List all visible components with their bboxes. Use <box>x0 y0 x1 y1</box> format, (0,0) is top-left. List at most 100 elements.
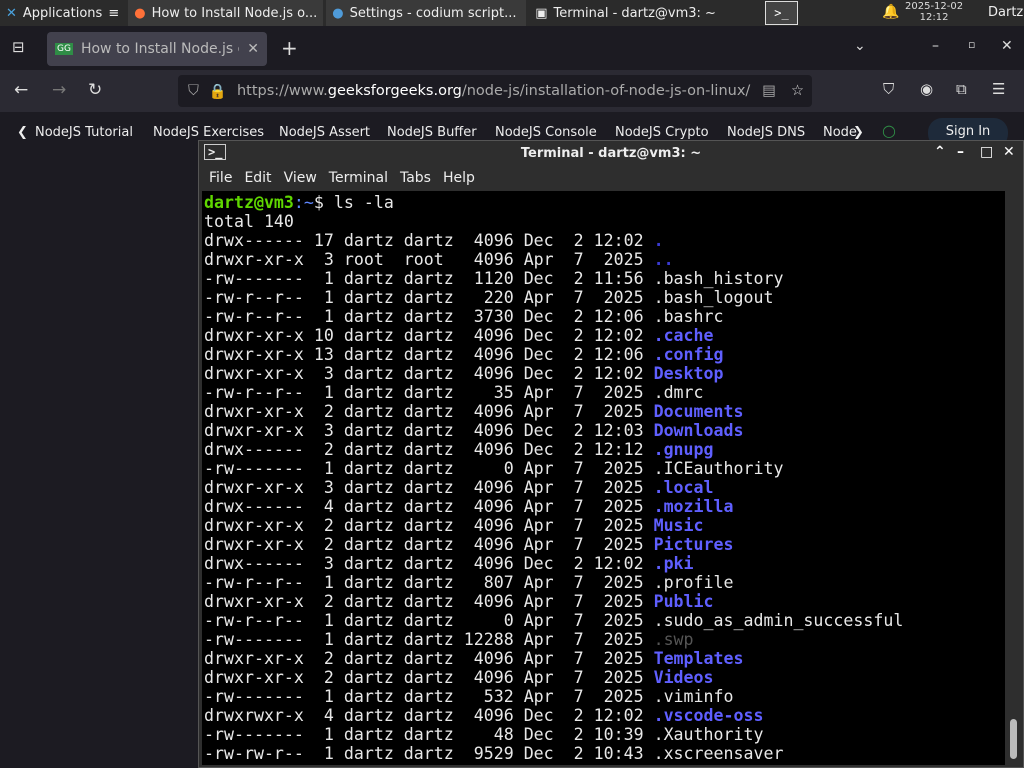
url-text: https://www.geeksforgeeks.org/node-js/in… <box>236 83 751 99</box>
star-icon[interactable]: ☆ <box>791 83 804 99</box>
file-name: Music <box>653 516 704 535</box>
menu-edit[interactable]: Edit <box>238 170 277 186</box>
extensions-icon[interactable]: ⧉ <box>956 80 967 98</box>
close-icon[interactable]: ✕ <box>1003 144 1015 160</box>
file-name: .config <box>653 345 724 364</box>
menu-help[interactable]: Help <box>437 170 481 186</box>
terminal-launcher-icon[interactable]: >_ <box>765 1 798 25</box>
minimize-icon[interactable]: – <box>932 38 939 54</box>
menu-view[interactable]: View <box>278 170 323 186</box>
terminal-output[interactable]: dartz@vm3:~$ ls -la total 140 drwx------… <box>202 191 1005 765</box>
taskbar-firefox[interactable]: ● How to Install Node.js o... <box>128 0 324 26</box>
file-entry: drwxr-xr-x 3 dartz dartz 4096 Dec 2 12:0… <box>204 364 1005 383</box>
top-panel: ✕ Applications ≡ ● How to Install Node.js o… <box>0 0 1024 26</box>
user-menu[interactable]: Dartz <box>988 5 1023 20</box>
chevron-down-icon[interactable]: ⌄ <box>854 38 866 54</box>
nav-link[interactable]: NodeJS Crypto <box>615 125 709 140</box>
scrollbar[interactable] <box>1006 191 1021 765</box>
menu-tabs[interactable]: Tabs <box>394 170 437 186</box>
nav-link[interactable]: Node <box>823 125 857 140</box>
file-meta: -rw-r--r-- 1 dartz dartz 220 Apr 7 2025 <box>204 288 654 307</box>
file-name: .xscreensaver <box>653 744 784 763</box>
browser-tab[interactable]: GG How to Install Node.js or ✕ <box>47 32 267 66</box>
file-meta: drwxr-xr-x 13 dartz dartz 4096 Dec 2 12:… <box>204 345 654 364</box>
file-entry: -rw------- 1 dartz dartz 1120 Dec 2 11:5… <box>204 269 1005 288</box>
lock-icon[interactable]: 🔒 <box>209 83 227 100</box>
file-name: Pictures <box>653 535 734 554</box>
maximize-icon[interactable]: ▫ <box>968 38 975 51</box>
browser-tabbar: ⊟ GG How to Install Node.js or ✕ + ⌄ – ▫ ✕ <box>0 26 1024 70</box>
maximize-icon[interactable]: □ <box>980 144 993 160</box>
file-entry: -rw-r--r-- 1 dartz dartz 807 Apr 7 2025 … <box>204 573 1005 592</box>
url-bar[interactable]: ⛉ 🔒 https://www.geeksforgeeks.org/node-js… <box>178 75 812 107</box>
file-meta: drwxr-xr-x 2 dartz dartz 4096 Apr 7 2025 <box>204 516 654 535</box>
file-meta: -rw-r--r-- 1 dartz dartz 0 Apr 7 2025 <box>204 611 654 630</box>
menu-terminal[interactable]: Terminal <box>323 170 394 186</box>
scrollbar-thumb[interactable] <box>1010 719 1017 759</box>
minimize-icon[interactable]: – <box>957 144 964 160</box>
file-entry: -rw------- 1 dartz dartz 12288 Apr 7 202… <box>204 630 1005 649</box>
file-meta: -rw-r--r-- 1 dartz dartz 807 Apr 7 2025 <box>204 573 654 592</box>
file-meta: -rw------- 1 dartz dartz 532 Apr 7 2025 <box>204 687 654 706</box>
close-tab-icon[interactable]: ✕ <box>247 41 259 57</box>
nav-link[interactable]: NodeJS Assert <box>279 125 370 140</box>
new-tab-icon[interactable]: + <box>281 36 298 60</box>
file-name: .sudo_as_admin_successful <box>653 611 904 630</box>
file-name: Public <box>653 592 714 611</box>
file-name: .pki <box>653 554 694 573</box>
menu-icon[interactable]: ☰ <box>992 80 1005 98</box>
scroll-left-icon[interactable]: ❮ <box>17 125 28 140</box>
tab-overview-icon[interactable]: ⊟ <box>12 38 25 56</box>
terminal-titlebar[interactable]: >_ Terminal - dartz@vm3: ~ ⌃ – □ ✕ <box>199 141 1023 165</box>
file-meta: drwxr-xr-x 2 dartz dartz 4096 Apr 7 2025 <box>204 592 654 611</box>
close-icon[interactable]: ✕ <box>1001 38 1013 54</box>
clock[interactable]: 2025-12-02 12:12 <box>905 1 963 23</box>
file-meta: drwxr-xr-x 3 dartz dartz 4096 Dec 2 12:0… <box>204 364 654 383</box>
file-entry: drwxr-xr-x 10 dartz dartz 4096 Dec 2 12:… <box>204 326 1005 345</box>
file-entry: drwxr-xr-x 2 dartz dartz 4096 Apr 7 2025… <box>204 402 1005 421</box>
reload-icon[interactable]: ↻ <box>88 80 102 100</box>
file-meta: -rw------- 1 dartz dartz 48 Dec 2 10:39 <box>204 725 654 744</box>
nav-link[interactable]: NodeJS Console <box>495 125 597 140</box>
search-icon[interactable]: ○ <box>882 121 896 140</box>
back-icon[interactable]: ← <box>14 80 28 100</box>
firefox-icon: ● <box>134 5 146 21</box>
nav-link[interactable]: NodeJS Exercises <box>153 125 264 140</box>
applications-menu[interactable]: ✕ Applications ≡ <box>0 0 126 26</box>
file-name: .Xauthority <box>653 725 764 744</box>
nav-link[interactable]: NodeJS DNS <box>727 125 805 140</box>
forward-icon[interactable]: → <box>52 80 66 100</box>
file-meta: -rw-r--r-- 1 dartz dartz 35 Apr 7 2025 <box>204 383 654 402</box>
taskbar-terminal[interactable]: ▣ Terminal - dartz@vm3: ~ <box>529 0 730 26</box>
account-icon[interactable]: ◉ <box>920 80 933 98</box>
shield-icon[interactable]: ⛉ <box>188 83 199 99</box>
reader-view-icon[interactable]: ▤ <box>762 83 776 99</box>
bell-icon[interactable]: 🔔 <box>882 4 899 20</box>
terminal-icon: ▣ <box>535 5 548 21</box>
chevron-up-icon[interactable]: ⌃ <box>934 144 946 160</box>
file-meta: drwxr-xr-x 2 dartz dartz 4096 Apr 7 2025 <box>204 535 654 554</box>
file-name: .bash_logout <box>653 288 774 307</box>
file-entry: -rw-r--r-- 1 dartz dartz 3730 Dec 2 12:0… <box>204 307 1005 326</box>
scroll-right-icon[interactable]: ❯ <box>853 125 864 140</box>
file-meta: -rw------- 1 dartz dartz 0 Apr 7 2025 <box>204 459 654 478</box>
nav-link[interactable]: NodeJS Tutorial <box>35 125 133 140</box>
file-meta: drwx------ 3 dartz dartz 4096 Dec 2 12:0… <box>204 554 654 573</box>
terminal-icon: >_ <box>204 144 227 160</box>
nav-link[interactable]: NodeJS Buffer <box>387 125 477 140</box>
file-name: . <box>653 231 664 250</box>
file-entry: drwx------ 4 dartz dartz 4096 Apr 7 2025… <box>204 497 1005 516</box>
menu-file[interactable]: File <box>203 170 238 186</box>
menu-icon: ≡ <box>108 5 120 21</box>
file-meta: drwxrwxr-x 4 dartz dartz 4096 Dec 2 12:0… <box>204 706 654 725</box>
file-entry: drwxr-xr-x 13 dartz dartz 4096 Dec 2 12:… <box>204 345 1005 364</box>
file-meta: -rw------- 1 dartz dartz 12288 Apr 7 202… <box>204 630 654 649</box>
file-entry: drwxr-xr-x 2 dartz dartz 4096 Apr 7 2025… <box>204 649 1005 668</box>
file-entry: drwxr-xr-x 2 dartz dartz 4096 Apr 7 2025… <box>204 535 1005 554</box>
taskbar-codium[interactable]: ● Settings - codium script... <box>326 0 527 26</box>
file-meta: drwxr-xr-x 10 dartz dartz 4096 Dec 2 12:… <box>204 326 654 345</box>
browser-navbar: ← → ↻ ⛉ 🔒 https://www.geeksforgeeks.org/n… <box>0 70 1024 112</box>
file-name: .profile <box>653 573 734 592</box>
pocket-icon[interactable]: ⛉ <box>883 80 894 98</box>
file-name: .. <box>653 250 674 269</box>
